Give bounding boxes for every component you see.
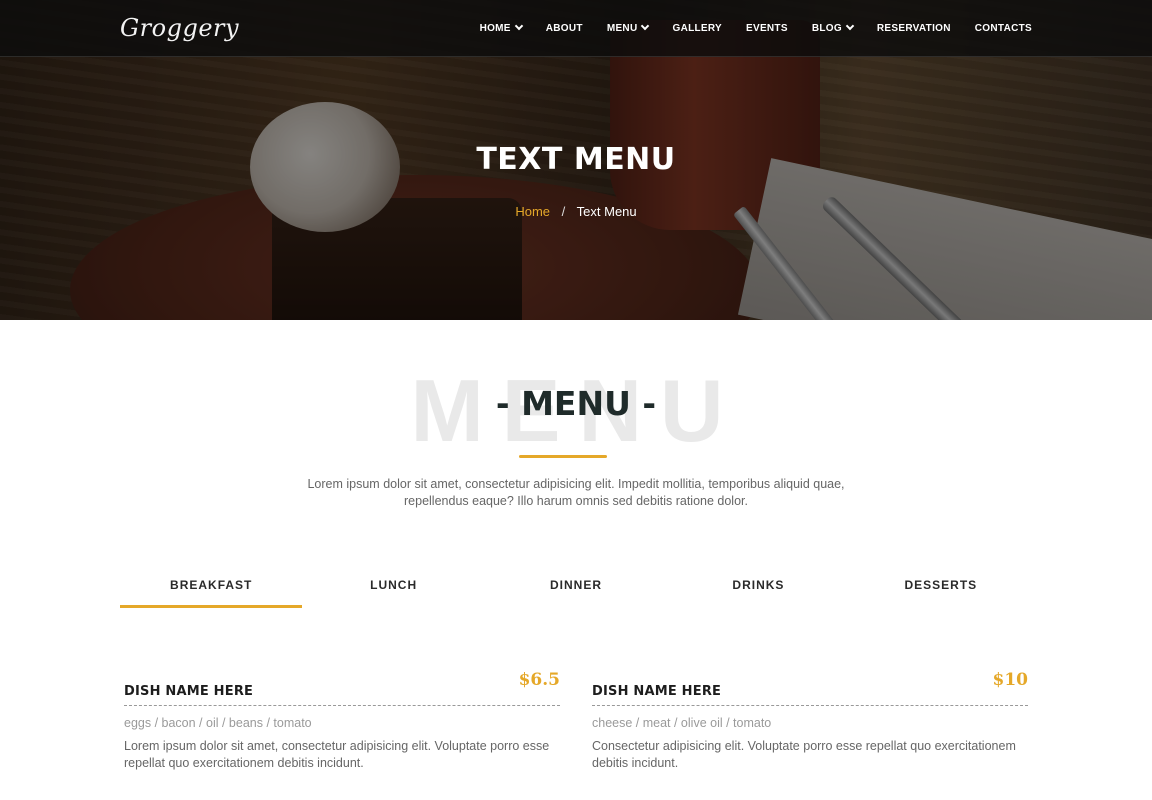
- nav-item-label: BLOG: [811, 22, 842, 34]
- menu-item-header: DISH NAME HERE $10: [592, 670, 1028, 706]
- tab-drinks[interactable]: DRINKS: [667, 578, 849, 608]
- tab-dinner[interactable]: DINNER: [485, 578, 667, 608]
- nav-item-about[interactable]: ABOUT: [546, 23, 583, 34]
- tab-desserts[interactable]: DESSERTS: [850, 578, 1032, 608]
- nav-item-label: RESERVATION: [876, 22, 951, 34]
- nav-item-contacts[interactable]: CONTACTS: [975, 23, 1032, 34]
- dish-description: Lorem ipsum dolor sit amet, consectetur …: [124, 739, 550, 770]
- menu-item: DISH NAME HERE $6.5 eggs / bacon / oil /…: [124, 670, 560, 772]
- nav-item-blog[interactable]: BLOG: [811, 21, 855, 34]
- page-title: TEXT MENU: [476, 142, 676, 177]
- breadcrumb-separator: /: [561, 204, 566, 219]
- menu-item-list: DISH NAME HERE $6.5 eggs / bacon / oil /…: [124, 670, 1028, 772]
- dish-description: Consectetur adipisicing elit. Voluptate …: [592, 739, 1016, 770]
- tab-lunch[interactable]: LUNCH: [302, 578, 484, 608]
- dish-name: DISH NAME HERE: [592, 684, 722, 699]
- nav-item-home[interactable]: HOME: [479, 21, 524, 34]
- dish-ingredients: cheese / meat / olive oil / tomato: [592, 716, 772, 730]
- menu-item-header: DISH NAME HERE $6.5: [124, 670, 560, 706]
- site-logo[interactable]: Groggery: [120, 14, 239, 42]
- menu-item: DISH NAME HERE $10 cheese / meat / olive…: [592, 670, 1028, 772]
- nav-item-menu[interactable]: MENU: [606, 21, 650, 34]
- breadcrumb-home-link[interactable]: Home: [515, 204, 550, 219]
- dish-price: $6.5: [518, 670, 560, 690]
- dish-price: $10: [992, 670, 1029, 690]
- section-title-underline: [519, 455, 607, 458]
- top-navbar: Groggery HOME ABOUT MENU GALLERY EVENTS …: [0, 0, 1152, 57]
- main-nav: HOME ABOUT MENU GALLERY EVENTS BLOG RESE…: [480, 0, 1032, 56]
- tab-breakfast[interactable]: BREAKFAST: [120, 578, 303, 608]
- nav-item-events[interactable]: EVENTS: [746, 23, 788, 34]
- menu-category-tabs: BREAKFAST LUNCH DINNER DRINKS DESSERTS: [120, 578, 1032, 608]
- nav-item-label: EVENTS: [746, 22, 788, 34]
- nav-item-label: HOME: [479, 22, 511, 34]
- chevron-down-icon: [641, 21, 650, 31]
- section-description: Lorem ipsum dolor sit amet, consectetur …: [307, 477, 845, 508]
- nav-item-label: MENU: [606, 22, 638, 34]
- chevron-down-icon: [845, 21, 855, 31]
- nav-item-reservation[interactable]: RESERVATION: [877, 23, 951, 34]
- breadcrumb-current: Text Menu: [576, 204, 637, 219]
- nav-item-label: CONTACTS: [974, 22, 1032, 34]
- chevron-down-icon: [514, 21, 524, 31]
- dish-ingredients: eggs / bacon / oil / beans / tomato: [124, 716, 312, 730]
- nav-item-label: ABOUT: [545, 22, 583, 34]
- section-title: - MENU -: [495, 384, 657, 423]
- breadcrumb: Home / Text Menu: [0, 204, 1152, 219]
- nav-item-label: GALLERY: [672, 22, 722, 34]
- dish-name: DISH NAME HERE: [124, 684, 254, 699]
- nav-item-gallery[interactable]: GALLERY: [672, 23, 722, 34]
